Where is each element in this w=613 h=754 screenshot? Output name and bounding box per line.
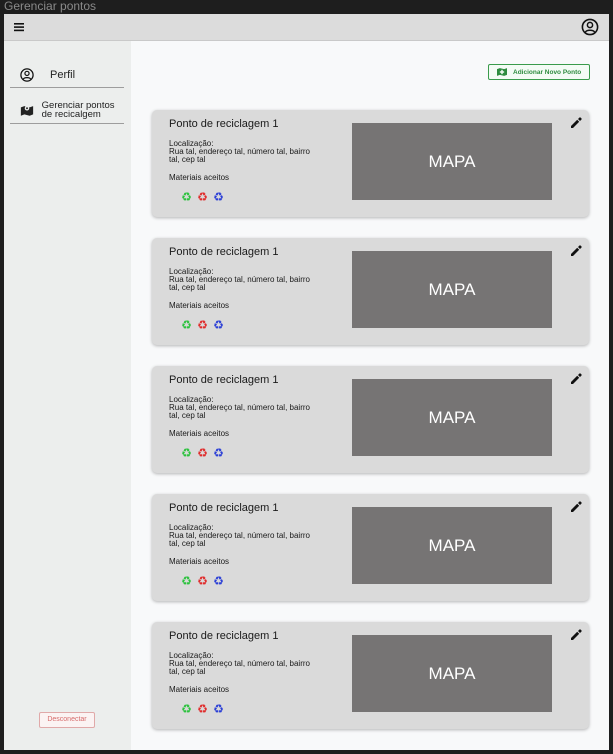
- map-preview[interactable]: MAPA: [352, 507, 552, 584]
- map-preview[interactable]: MAPA: [352, 635, 552, 712]
- add-new-point-button[interactable]: Adicionar Novo Ponto: [488, 64, 590, 80]
- recycle-icon-red: ♻: [197, 574, 208, 588]
- recycle-icon-green: ♻: [181, 574, 192, 588]
- materials-label: Materiais aceitos: [169, 685, 230, 694]
- top-bar: [4, 14, 609, 41]
- sidebar-item-gerenciar-pontos[interactable]: Gerenciar pontos de recicalgem: [10, 97, 124, 124]
- window-title: Gerenciar pontos: [4, 0, 97, 13]
- edit-icon[interactable]: [570, 628, 582, 640]
- card-title: Ponto de reciclagem 1: [169, 630, 279, 642]
- edit-icon[interactable]: [570, 500, 582, 512]
- location-text: Rua tal, endereço tal, número tal, bairr…: [169, 147, 310, 164]
- recycle-icon-blue: ♻: [213, 190, 224, 204]
- location-text: Rua tal, endereço tal, número tal, bairr…: [169, 659, 310, 676]
- map-pin-icon: [18, 101, 36, 119]
- materials-icons: ♻ ♻ ♻: [180, 447, 225, 460]
- user-circle-icon: [18, 66, 36, 84]
- logout-button[interactable]: Desconectar: [39, 712, 95, 728]
- recycle-icon-green: ♻: [181, 702, 192, 716]
- recycle-icon-green: ♻: [181, 190, 192, 204]
- card-title: Ponto de reciclagem 1: [169, 118, 279, 130]
- materials-icons: ♻ ♻ ♻: [180, 319, 225, 332]
- recycle-icon-red: ♻: [197, 446, 208, 460]
- edit-icon[interactable]: [570, 116, 582, 128]
- sidebar: Perfil Gerenciar pontos de recicalgem De…: [4, 41, 131, 750]
- materials-label: Materiais aceitos: [169, 301, 230, 310]
- recycle-icon-green: ♻: [181, 318, 192, 332]
- sidebar-item-label: Gerenciar pontos de recicalgem: [41, 100, 115, 120]
- materials-label: Materiais aceitos: [169, 557, 230, 566]
- sidebar-item-label: Perfil: [50, 69, 76, 81]
- recycling-point-card: Ponto de reciclagem 1 Localização: Rua tal…: [152, 622, 589, 729]
- location-text: Rua tal, endereço tal, número tal, bairr…: [169, 275, 310, 292]
- recycle-icon-blue: ♻: [213, 574, 224, 588]
- recycling-point-card: Ponto de reciclagem 1 Localização: Rua tal…: [152, 366, 589, 473]
- materials-icons: ♻ ♻ ♻: [180, 703, 225, 716]
- add-button-label: Adicionar Novo Ponto: [513, 68, 582, 76]
- recycle-icon-blue: ♻: [213, 702, 224, 716]
- card-title: Ponto de reciclagem 1: [169, 246, 279, 258]
- map-preview[interactable]: MAPA: [352, 123, 552, 200]
- map-add-icon: [496, 67, 508, 77]
- menu-icon[interactable]: [13, 20, 25, 34]
- app-window: Perfil Gerenciar pontos de recicalgem De…: [4, 14, 609, 750]
- user-account-icon[interactable]: [580, 17, 600, 37]
- sidebar-item-perfil[interactable]: Perfil: [10, 63, 124, 88]
- materials-label: Materiais aceitos: [169, 429, 230, 438]
- materials-icons: ♻ ♻ ♻: [180, 191, 225, 204]
- map-preview[interactable]: MAPA: [352, 251, 552, 328]
- recycle-icon-blue: ♻: [213, 446, 224, 460]
- edit-icon[interactable]: [570, 372, 582, 384]
- location-text: Rua tal, endereço tal, número tal, bairr…: [169, 531, 310, 548]
- recycle-icon-blue: ♻: [213, 318, 224, 332]
- recycle-icon-red: ♻: [197, 702, 208, 716]
- recycling-point-card: Ponto de reciclagem 1 Localização: Rua tal…: [152, 238, 589, 345]
- edit-icon[interactable]: [570, 244, 582, 256]
- recycle-icon-red: ♻: [197, 190, 208, 204]
- materials-label: Materiais aceitos: [169, 173, 230, 182]
- map-preview[interactable]: MAPA: [352, 379, 552, 456]
- card-title: Ponto de reciclagem 1: [169, 502, 279, 514]
- location-text: Rua tal, endereço tal, número tal, bairr…: [169, 403, 310, 420]
- recycling-point-card: Ponto de reciclagem 1 Localização: Rua tal…: [152, 110, 589, 217]
- recycling-point-card: Ponto de reciclagem 1 Localização: Rua tal…: [152, 494, 589, 601]
- recycle-icon-red: ♻: [197, 318, 208, 332]
- card-title: Ponto de reciclagem 1: [169, 374, 279, 386]
- materials-icons: ♻ ♻ ♻: [180, 575, 225, 588]
- recycle-icon-green: ♻: [181, 446, 192, 460]
